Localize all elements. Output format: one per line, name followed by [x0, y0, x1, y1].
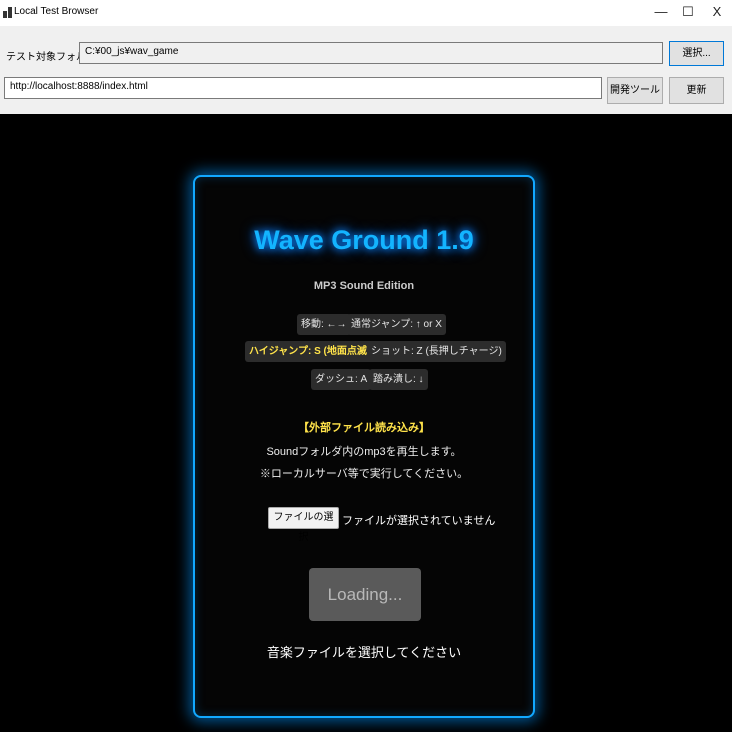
external-file-note: ※ローカルサーバ等で実行してください。: [259, 468, 469, 480]
status-message: 音楽ファイルを選択してください: [266, 645, 462, 660]
control-shot: ショット: Z (長押しチャージ): [367, 341, 506, 362]
app-icon: [3, 7, 12, 18]
toolbar: テスト対象フォルダ: C:¥00_js¥wav_game 選択... http:…: [0, 26, 732, 114]
start-button[interactable]: Loading...: [309, 568, 421, 621]
title-bar[interactable]: Local Test Browser — ☐ X: [0, 0, 732, 26]
control-jump: 通常ジャンプ: ↑ or X: [347, 314, 446, 335]
devtools-button[interactable]: 開発ツール: [607, 77, 663, 104]
file-status: ファイルが選択されていません: [342, 515, 496, 527]
control-move: 移動: ←→: [297, 314, 351, 335]
game-panel: Wave Ground 1.9 MP3 Sound Edition 移動: ←→…: [193, 175, 535, 718]
url-field[interactable]: http://localhost:8888/index.html: [4, 77, 602, 99]
select-folder-button[interactable]: 選択...: [669, 41, 724, 66]
folder-path-field[interactable]: C:¥00_js¥wav_game: [79, 42, 663, 64]
window-title: Local Test Browser: [14, 6, 99, 17]
minimize-icon[interactable]: —: [646, 0, 676, 24]
game-title: Wave Ground 1.9: [254, 225, 474, 255]
external-file-desc: Soundフォルダ内のmp3を再生します。: [266, 446, 462, 458]
choose-file-button[interactable]: ファイルの選択: [268, 507, 339, 543]
game-subtitle: MP3 Sound Edition: [313, 280, 415, 292]
control-dash: ダッシュ: A: [311, 369, 372, 390]
external-file-heading: 【外部ファイル読み込み】: [298, 422, 430, 434]
refresh-button[interactable]: 更新: [669, 77, 724, 104]
maximize-icon[interactable]: ☐: [673, 0, 703, 24]
control-stomp: 踏み潰し: ↓: [369, 369, 428, 390]
close-icon[interactable]: X: [702, 0, 732, 24]
control-high-jump: ハイジャンプ: S (地面点滅時): [245, 341, 385, 362]
